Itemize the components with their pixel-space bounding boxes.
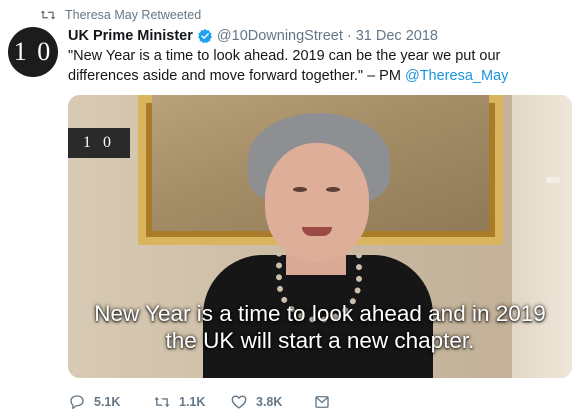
avatar[interactable]: 1 0 (8, 27, 58, 77)
retweet-count: 1.1K (179, 395, 206, 409)
reply-button[interactable]: 5.1K (68, 393, 153, 411)
tweet-actions: 5.1K 1.1K 3.8K (68, 392, 339, 412)
retweet-icon (154, 396, 170, 408)
like-icon (231, 395, 247, 409)
reply-icon (70, 395, 84, 410)
like-button[interactable]: 3.8K (230, 393, 313, 411)
speaker-face (265, 143, 369, 261)
retweet-button[interactable]: 1.1K (153, 393, 230, 411)
speaker-right-eye (326, 187, 340, 192)
speaker-mouth (302, 227, 332, 236)
lamp (546, 177, 560, 183)
retweet-context-label: Theresa May Retweeted (65, 8, 202, 22)
retweet-icon (40, 10, 56, 20)
video-player[interactable]: 1 0 New Year is a time to look ahead and… (68, 95, 572, 378)
video-subtitle: New Year is a time to look ahead and in … (68, 300, 572, 354)
author-name[interactable]: UK Prime Minister (68, 28, 193, 44)
mention-link[interactable]: @Theresa_May (405, 68, 508, 84)
subtitle-line-2: the UK will start a new chapter. (165, 328, 475, 353)
reply-count: 5.1K (94, 395, 121, 409)
tweet-date[interactable]: 31 Dec 2018 (356, 28, 438, 44)
retweet-context[interactable]: Theresa May Retweeted (40, 6, 201, 24)
tweet-header: UK Prime Minister @10DowningStreet · 31 … (68, 26, 438, 46)
tweet-text: "New Year is a time to look ahead. 2019 … (68, 46, 573, 86)
direct-message-icon (315, 396, 329, 408)
verified-badge-icon (197, 29, 212, 44)
header-separator: · (346, 28, 352, 44)
author-handle[interactable]: @10DowningStreet (217, 28, 343, 44)
direct-message-button[interactable] (313, 393, 339, 411)
video-logo-tag: 1 0 (68, 128, 130, 158)
like-count: 3.8K (256, 395, 283, 409)
speaker-left-eye (293, 187, 307, 192)
subtitle-line-1: New Year is a time to look ahead and in … (94, 301, 546, 326)
